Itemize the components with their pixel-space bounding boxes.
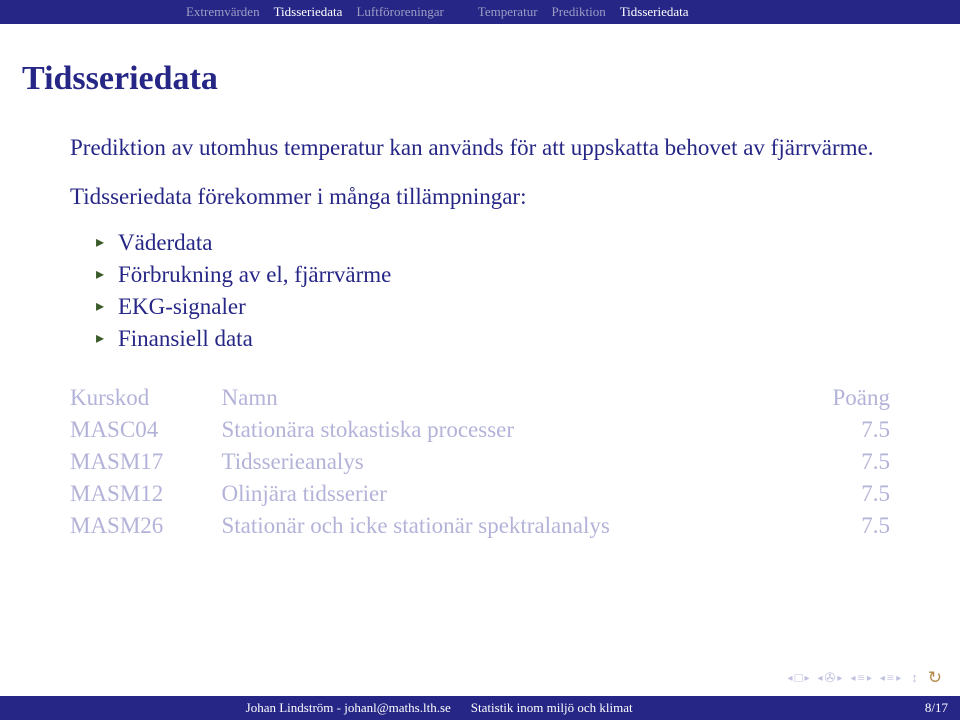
nav-controls: ◂□▸ ◂✇▸ ◂≡▸ ◂≡▸ ↕ ↻ [788,668,942,688]
cell-code: MASM17 [70,446,222,478]
bullet-item: EKG-signaler [96,294,890,320]
nav-last-button[interactable]: ◂≡▸ [880,670,901,686]
col-name: Namn [222,382,806,414]
col-points: Poäng [806,382,890,414]
nav-item-tidsseriedata[interactable]: Tidsseriedata [267,4,350,20]
nav-next-button[interactable]: ◂≡▸ [850,670,871,686]
footer: Johan Lindström - johanl@maths.lth.se St… [0,696,960,720]
cell-name: Olinjära tidsserier [222,478,806,510]
footer-title: Statistik inom miljö och klimat [461,700,893,716]
col-code: Kurskod [70,382,222,414]
cell-code: MASM26 [70,510,222,542]
slide-title: Tidsseriedata [0,24,960,98]
nav-sub-temperatur[interactable]: Temperatur [471,4,545,20]
cell-name: Stationära stokastiska processer [222,414,806,446]
footer-page: 8/17 [893,700,960,716]
intro-paragraph: Prediktion av utomhus temperatur kan anv… [70,132,890,163]
top-nav: Extremvärden Tidsseriedata Luftförorenin… [0,0,960,24]
cell-code: MASM12 [70,478,222,510]
nav-sub-prediktion[interactable]: Prediktion [545,4,613,20]
bullet-item: Förbrukning av el, fjärrvärme [96,262,890,288]
bullet-item: Väderdata [96,230,890,256]
nav-sub-tidsseriedata[interactable]: Tidsseriedata [613,4,696,20]
nav-first-button[interactable]: ◂□▸ [788,670,810,686]
table-row: MASM17 Tidsserieanalys 7.5 [70,446,890,478]
cell-points: 7.5 [806,446,890,478]
table-row: MASC04 Stationära stokastiska processer … [70,414,890,446]
nav-subsections: Temperatur Prediktion Tidsseriedata [461,4,960,20]
list-intro: Tidsseriedata förekommer i många tillämp… [70,181,890,212]
nav-prev-button[interactable]: ◂✇▸ [817,670,842,686]
cell-name: Stationär och icke stationär spektralana… [222,510,806,542]
footer-author: Johan Lindström - johanl@maths.lth.se [0,700,461,716]
cell-points: 7.5 [806,478,890,510]
nav-fullscreen-button[interactable]: ↕ [909,670,920,686]
slide-content: Prediktion av utomhus temperatur kan anv… [0,98,960,542]
nav-sections: Extremvärden Tidsseriedata Luftförorenin… [0,4,461,20]
cell-points: 7.5 [806,414,890,446]
cell-points: 7.5 [806,510,890,542]
nav-item-luftfororeningar[interactable]: Luftföroreningar [349,4,450,20]
course-table: Kurskod Namn Poäng MASC04 Stationära sto… [70,382,890,542]
table-header: Kurskod Namn Poäng [70,382,890,414]
table-row: MASM12 Olinjära tidsserier 7.5 [70,478,890,510]
cell-name: Tidsserieanalys [222,446,806,478]
nav-item-extremvarden[interactable]: Extremvärden [179,4,267,20]
bullet-list: Väderdata Förbrukning av el, fjärrvärme … [70,230,890,352]
nav-loop-icon[interactable]: ↻ [928,668,942,688]
cell-code: MASC04 [70,414,222,446]
table-row: MASM26 Stationär och icke stationär spek… [70,510,890,542]
bullet-item: Finansiell data [96,326,890,352]
